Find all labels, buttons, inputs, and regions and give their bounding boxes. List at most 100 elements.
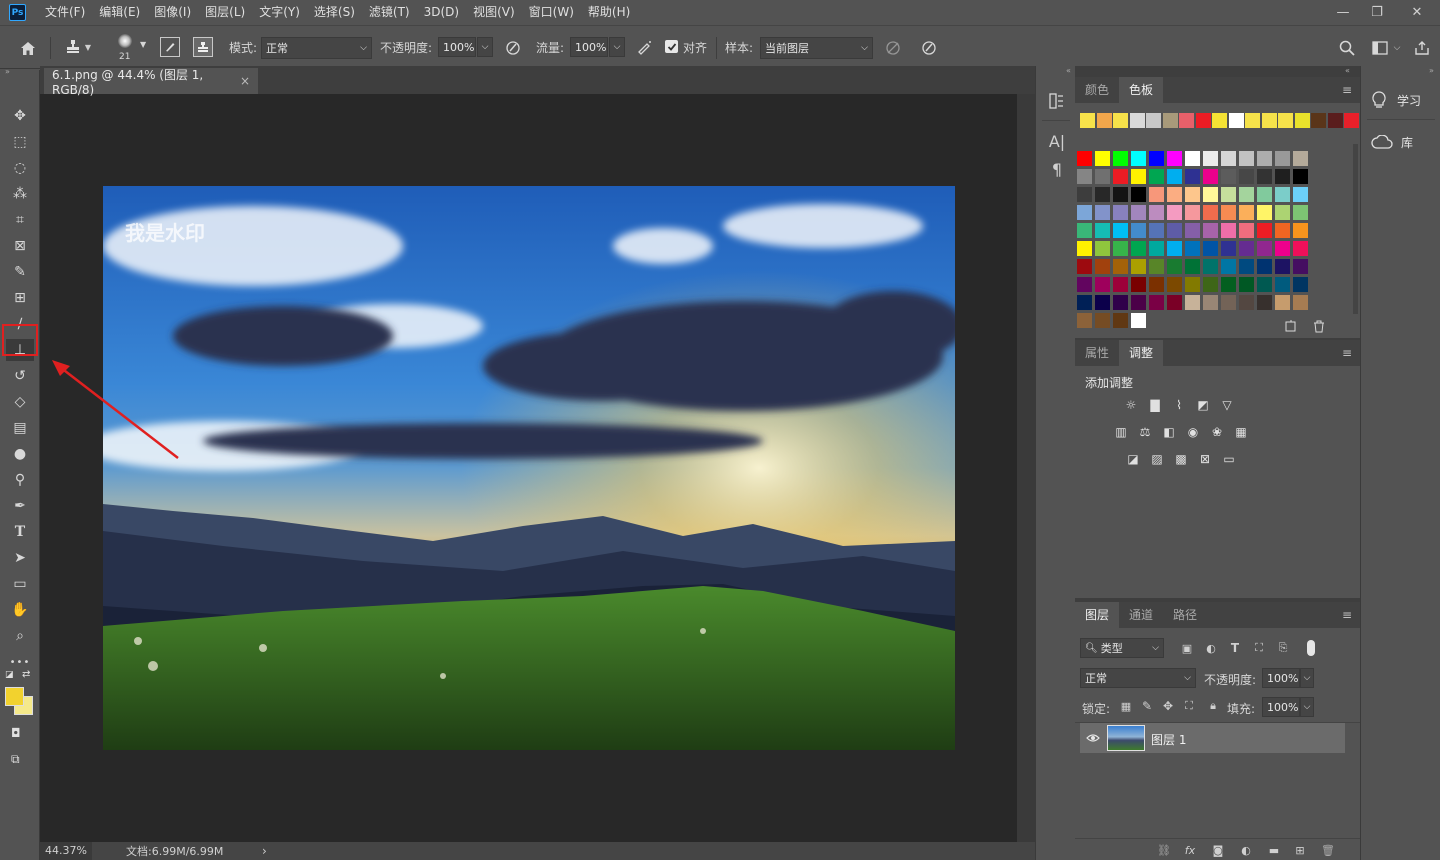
color-swatch[interactable] xyxy=(1113,313,1128,328)
history-panel-icon[interactable] xyxy=(1046,90,1068,112)
brightness-contrast-icon[interactable]: ☼ xyxy=(1123,398,1139,412)
color-swatch[interactable] xyxy=(1095,277,1110,292)
color-swatch[interactable] xyxy=(1149,151,1164,166)
character-panel-icon[interactable]: A| xyxy=(1046,130,1068,152)
color-swatch[interactable] xyxy=(1275,295,1290,310)
learn-button[interactable]: 学习 xyxy=(1371,88,1437,112)
recent-swatch[interactable] xyxy=(1311,113,1326,128)
eyedropper-tool-icon[interactable]: ✎ xyxy=(6,261,34,283)
color-swatch[interactable] xyxy=(1131,313,1146,328)
color-swatch[interactable] xyxy=(1221,259,1236,274)
color-swatch[interactable] xyxy=(1293,223,1308,238)
filter-shape-layer-icon[interactable]: ⛶ xyxy=(1251,640,1267,656)
color-lookup-icon[interactable]: ▦ xyxy=(1233,425,1249,439)
color-swatch[interactable] xyxy=(1203,241,1218,256)
channel-mixer-icon[interactable]: ❀ xyxy=(1209,425,1225,439)
opacity-input[interactable]: 100% xyxy=(438,37,476,57)
share-icon[interactable] xyxy=(1411,37,1433,59)
color-swatch[interactable] xyxy=(1131,259,1146,274)
delete-swatch-icon[interactable] xyxy=(1311,318,1327,334)
color-swatch[interactable] xyxy=(1149,241,1164,256)
tab-swatches[interactable]: 色板 xyxy=(1119,77,1164,103)
menu-item[interactable]: 编辑(E) xyxy=(92,0,147,25)
layer-style-icon[interactable]: fx xyxy=(1181,842,1199,858)
workspace-switcher[interactable]: ⌵ xyxy=(1366,37,1406,59)
color-swatch[interactable] xyxy=(1077,241,1092,256)
color-swatch[interactable] xyxy=(1293,187,1308,202)
new-group-icon[interactable]: ▬ xyxy=(1265,842,1283,858)
hand-tool-icon[interactable]: ✋ xyxy=(6,599,34,621)
panel-menu-icon[interactable]: ≡ xyxy=(1342,83,1352,97)
color-swatch[interactable] xyxy=(1077,205,1092,220)
filter-adjustment-layer-icon[interactable]: ◐ xyxy=(1203,640,1219,656)
recent-swatch[interactable] xyxy=(1096,113,1112,128)
rectangle-tool-icon[interactable]: ▭ xyxy=(6,573,34,595)
color-swatch[interactable] xyxy=(1239,205,1254,220)
collapse-toolbar-icon[interactable]: » xyxy=(5,67,10,76)
filter-type-layer-icon[interactable]: T xyxy=(1227,640,1243,656)
color-swatch[interactable] xyxy=(1203,295,1218,310)
color-swatch[interactable] xyxy=(1131,295,1146,310)
restore-button[interactable]: ❐ xyxy=(1360,0,1394,25)
color-swatch[interactable] xyxy=(1167,151,1182,166)
flow-slider-toggle[interactable]: ⌵ xyxy=(609,37,625,57)
hue-saturation-icon[interactable]: ▥ xyxy=(1113,425,1129,439)
color-swatch[interactable] xyxy=(1149,187,1164,202)
brush-preset-picker[interactable]: 21 ▼ xyxy=(113,32,147,66)
recent-swatch[interactable] xyxy=(1113,113,1128,128)
color-swatch[interactable] xyxy=(1095,295,1110,310)
color-swatch[interactable] xyxy=(1185,295,1200,310)
color-swatch[interactable] xyxy=(1095,205,1110,220)
tab-properties[interactable]: 属性 xyxy=(1075,340,1119,366)
tab-paths[interactable]: 路径 xyxy=(1163,602,1207,628)
document-tab[interactable]: 6.1.png @ 44.4% (图层 1, RGB/8) × xyxy=(44,68,258,97)
default-colors-icon[interactable]: ◪ xyxy=(5,670,15,680)
color-swatch[interactable] xyxy=(1275,241,1290,256)
color-swatch[interactable] xyxy=(1167,295,1182,310)
color-swatch[interactable] xyxy=(1185,223,1200,238)
pressure-opacity-icon[interactable] xyxy=(502,37,524,59)
color-swatch[interactable] xyxy=(1167,223,1182,238)
gradient-tool-icon[interactable]: ▤ xyxy=(6,417,34,439)
color-swatch[interactable] xyxy=(1167,187,1182,202)
color-swatch[interactable] xyxy=(1275,277,1290,292)
filter-smart-object-icon[interactable]: ⎘ xyxy=(1275,640,1291,656)
color-swatch[interactable] xyxy=(1239,241,1254,256)
crop-tool-icon[interactable]: ⌗ xyxy=(6,209,34,231)
recent-swatch[interactable] xyxy=(1228,113,1244,128)
tool-preset-picker[interactable]: ▼ xyxy=(58,36,98,58)
aligned-checkbox[interactable] xyxy=(665,40,678,53)
recent-swatch[interactable] xyxy=(1080,113,1095,128)
color-swatch[interactable] xyxy=(1257,187,1272,202)
invert-icon[interactable]: ◪ xyxy=(1125,452,1141,466)
color-swatch[interactable] xyxy=(1203,205,1218,220)
color-swatch[interactable] xyxy=(1113,151,1128,166)
close-tab-icon[interactable]: × xyxy=(240,74,250,88)
new-adjustment-layer-icon[interactable]: ◐ xyxy=(1237,842,1255,858)
lasso-tool-icon[interactable]: ◌ xyxy=(6,157,34,179)
color-swatch[interactable] xyxy=(1113,259,1128,274)
color-balance-icon[interactable]: ⚖ xyxy=(1137,425,1153,439)
color-swatch[interactable] xyxy=(1239,151,1254,166)
color-swatch[interactable] xyxy=(1077,295,1092,310)
color-swatch[interactable] xyxy=(1257,223,1272,238)
new-layer-icon[interactable]: ⊞ xyxy=(1291,842,1309,858)
marquee-tool-icon[interactable]: ⬚ xyxy=(6,131,34,153)
color-swatch[interactable] xyxy=(1275,259,1290,274)
color-swatch[interactable] xyxy=(1293,205,1308,220)
add-mask-icon[interactable]: ◙ xyxy=(1209,842,1227,858)
color-swatch[interactable] xyxy=(1257,259,1272,274)
color-swatch[interactable] xyxy=(1149,277,1164,292)
home-icon[interactable] xyxy=(14,38,42,58)
color-swatch[interactable] xyxy=(1221,151,1236,166)
layer-opacity-slider-toggle[interactable]: ⌵ xyxy=(1300,668,1314,688)
color-swatch[interactable] xyxy=(1257,205,1272,220)
color-swatch[interactable] xyxy=(1293,169,1308,184)
brush-settings-icon[interactable] xyxy=(160,37,180,57)
recent-swatch[interactable] xyxy=(1162,113,1178,128)
quick-mask-icon[interactable]: ◘ xyxy=(11,726,29,740)
color-swatch[interactable] xyxy=(1221,223,1236,238)
recent-swatch[interactable] xyxy=(1129,113,1145,128)
menu-item[interactable]: 帮助(H) xyxy=(581,0,637,25)
layer-row[interactable]: 图层 1 xyxy=(1080,723,1345,753)
